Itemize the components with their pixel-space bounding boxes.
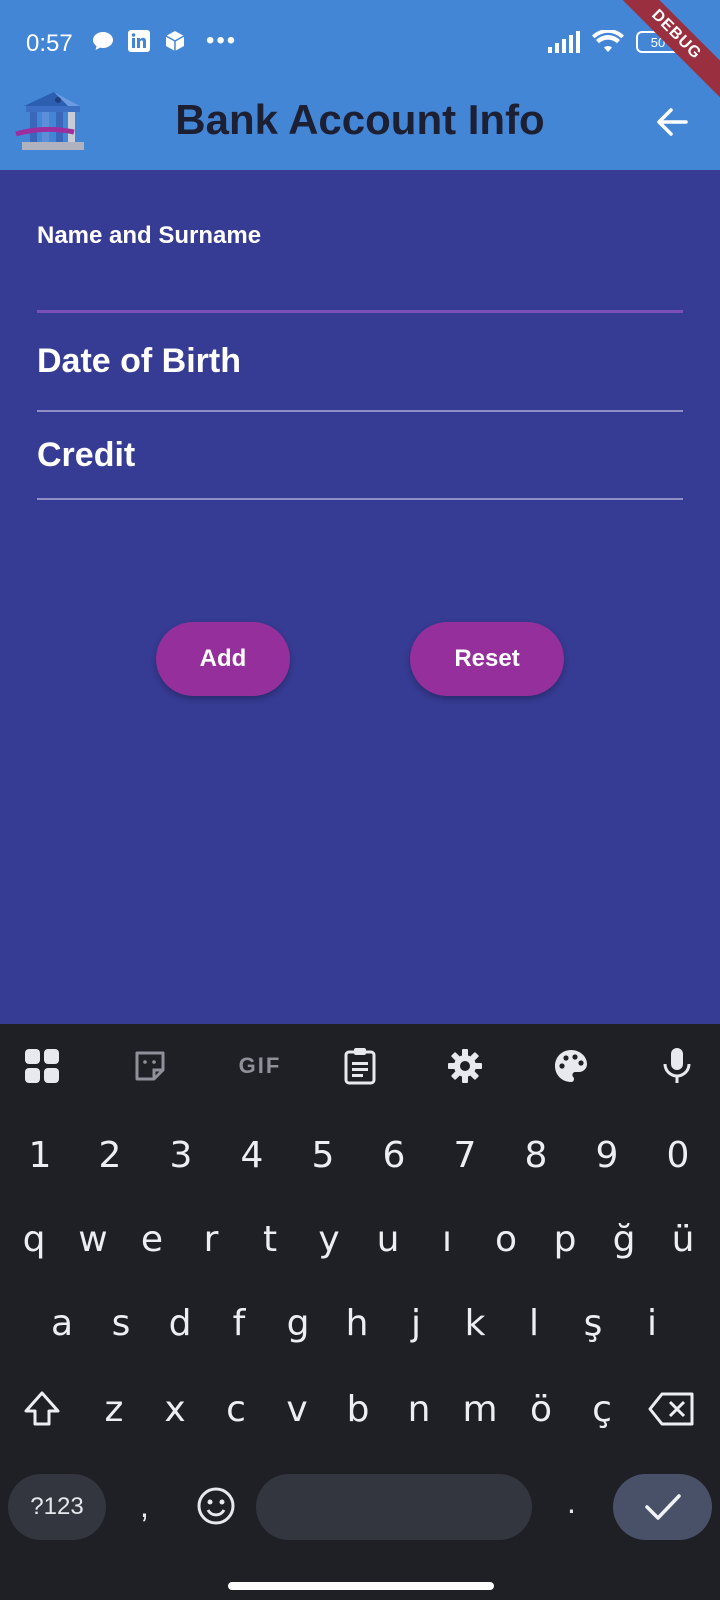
- name-label: Name and Surname: [37, 222, 262, 249]
- sticker-icon[interactable]: [130, 1046, 170, 1086]
- key-e[interactable]: e: [120, 1204, 184, 1274]
- dob-field[interactable]: Date of Birth: [37, 310, 683, 444]
- key-9[interactable]: 9: [575, 1120, 639, 1190]
- signal-icon: [548, 31, 580, 53]
- comma-key[interactable]: ,: [140, 1488, 149, 1525]
- key-f[interactable]: f: [207, 1288, 271, 1358]
- key-h[interactable]: h: [325, 1288, 389, 1358]
- key-v[interactable]: v: [265, 1374, 329, 1444]
- credit-label: Credit: [37, 436, 136, 474]
- add-button[interactable]: Add: [156, 622, 290, 696]
- check-icon: [644, 1494, 681, 1520]
- status-time: 0:57: [26, 30, 73, 57]
- app-bar: Bank Account Info: [0, 88, 720, 170]
- dob-label: Date of Birth: [37, 342, 241, 380]
- backspace-icon: [648, 1392, 694, 1426]
- key-w[interactable]: w: [61, 1204, 125, 1274]
- symbols-key[interactable]: ?123: [8, 1474, 106, 1540]
- gear-icon[interactable]: [445, 1046, 485, 1086]
- key-y[interactable]: y: [297, 1204, 361, 1274]
- overflow-dots: •••: [206, 27, 238, 54]
- palette-icon[interactable]: [551, 1046, 591, 1086]
- page-title: Bank Account Info: [175, 96, 545, 143]
- key-4[interactable]: 4: [220, 1120, 284, 1190]
- credit-field[interactable]: Credit: [37, 436, 683, 570]
- key-c[interactable]: c: [204, 1374, 268, 1444]
- top-area: 0:57 ••• 50 DEBUG Bank Account Info: [0, 0, 720, 170]
- key-2[interactable]: 2: [78, 1120, 142, 1190]
- key-t[interactable]: t: [238, 1204, 302, 1274]
- key-a[interactable]: a: [30, 1288, 94, 1358]
- key-6[interactable]: 6: [362, 1120, 426, 1190]
- key-n[interactable]: n: [387, 1374, 451, 1444]
- gif-button[interactable]: GIF: [230, 1046, 290, 1086]
- shift-icon: [24, 1391, 60, 1426]
- key-j[interactable]: j: [384, 1288, 448, 1358]
- key-d[interactable]: d: [148, 1288, 212, 1358]
- digit-row: 1 2 3 4 5 6 7 8 9 0: [0, 1120, 720, 1190]
- key-dotless-i[interactable]: ı: [415, 1204, 479, 1274]
- key-0[interactable]: 0: [646, 1120, 710, 1190]
- key-l[interactable]: l: [502, 1288, 566, 1358]
- key-k[interactable]: k: [443, 1288, 507, 1358]
- key-r[interactable]: r: [179, 1204, 243, 1274]
- soft-keyboard: GIF 1 2 3 4 5 6 7 8 9 0 q w e r t y u ı …: [0, 1024, 720, 1600]
- grid-icon[interactable]: [22, 1046, 62, 1086]
- wifi-icon: [592, 30, 624, 52]
- key-s-cedilla[interactable]: ş: [561, 1288, 625, 1358]
- keyboard-bottom-row: ?123 , .: [0, 1474, 720, 1544]
- key-p[interactable]: p: [533, 1204, 597, 1274]
- arrow-back-icon[interactable]: [652, 102, 692, 142]
- space-key[interactable]: [256, 1474, 532, 1540]
- keyboard-toolbar: GIF: [0, 1024, 720, 1104]
- chat-bubble-icon: [93, 32, 113, 50]
- key-q[interactable]: q: [2, 1204, 66, 1274]
- home-indicator[interactable]: [228, 1582, 494, 1590]
- clipboard-icon[interactable]: [340, 1046, 380, 1086]
- shift-key[interactable]: [10, 1374, 74, 1444]
- key-s[interactable]: s: [89, 1288, 153, 1358]
- key-8[interactable]: 8: [504, 1120, 568, 1190]
- key-u-umlaut[interactable]: ü: [651, 1204, 715, 1274]
- linkedin-icon: [128, 30, 150, 52]
- emoji-icon: [197, 1487, 235, 1525]
- key-o[interactable]: o: [474, 1204, 538, 1274]
- letter-row-3: z x c v b n m ö ç: [0, 1374, 720, 1444]
- status-bar: 0:57 ••• 50: [0, 0, 720, 88]
- name-field[interactable]: Name and Surname: [37, 170, 683, 313]
- key-o-umlaut[interactable]: ö: [509, 1374, 573, 1444]
- dob-field-underline: [37, 410, 683, 412]
- account-form: Name and Surname Date of Birth Credit: [37, 170, 683, 570]
- key-u[interactable]: u: [356, 1204, 420, 1274]
- key-g-breve[interactable]: ğ: [592, 1204, 656, 1274]
- enter-key[interactable]: [613, 1474, 712, 1540]
- key-b[interactable]: b: [326, 1374, 390, 1444]
- backspace-key[interactable]: [640, 1374, 704, 1444]
- key-5[interactable]: 5: [291, 1120, 355, 1190]
- key-g[interactable]: g: [266, 1288, 330, 1358]
- microphone-icon[interactable]: [657, 1046, 697, 1086]
- letter-row-2: a s d f g h j k l ş i: [0, 1288, 720, 1358]
- letter-row-1: q w e r t y u ı o p ğ ü: [0, 1204, 720, 1274]
- credit-field-underline: [37, 498, 683, 500]
- key-1[interactable]: 1: [8, 1120, 72, 1190]
- reset-button[interactable]: Reset: [410, 622, 564, 696]
- period-key[interactable]: .: [567, 1484, 576, 1521]
- key-7[interactable]: 7: [433, 1120, 497, 1190]
- key-i[interactable]: i: [620, 1288, 684, 1358]
- emoji-key[interactable]: [196, 1486, 236, 1534]
- key-m[interactable]: m: [448, 1374, 512, 1444]
- key-z[interactable]: z: [82, 1374, 146, 1444]
- key-c-cedilla[interactable]: ç: [570, 1374, 634, 1444]
- key-3[interactable]: 3: [149, 1120, 213, 1190]
- cube-icon: [165, 31, 185, 51]
- key-x[interactable]: x: [143, 1374, 207, 1444]
